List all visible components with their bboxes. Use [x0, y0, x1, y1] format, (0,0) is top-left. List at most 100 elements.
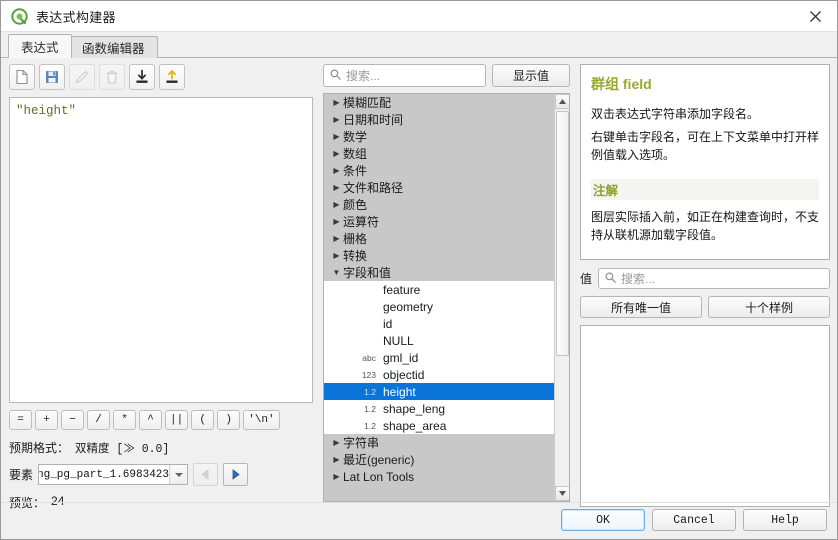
- expression-text-editor[interactable]: "height": [9, 97, 313, 403]
- operator-newline-button[interactable]: '\n': [243, 410, 280, 430]
- tree-group-row[interactable]: ▶ 文件和路径: [324, 179, 554, 196]
- tree-field-row[interactable]: NULL: [324, 332, 554, 349]
- tree-row-label: feature: [383, 282, 421, 297]
- tree-row-label: 转换: [343, 249, 368, 263]
- operator-power-button[interactable]: ^: [139, 410, 162, 430]
- function-tree-scrollbar[interactable]: [554, 94, 569, 501]
- chevron-right-icon[interactable]: ▶: [330, 455, 343, 464]
- help-note-text: 图层实际插入前，如正在构建查询时，不支持从联机源加载字段值。: [591, 209, 820, 243]
- tree-field-row[interactable]: feature: [324, 281, 554, 298]
- ten-samples-button[interactable]: 十个样例: [708, 296, 830, 318]
- tree-row-label: 字段和值: [343, 266, 392, 280]
- tree-group-row[interactable]: ▶ 数学: [324, 128, 554, 145]
- dialog-button-bar: OK Cancel Help: [561, 509, 827, 531]
- chevron-down-icon[interactable]: ▼: [330, 268, 343, 277]
- tree-group-row[interactable]: ▶ 最近(generic): [324, 451, 554, 468]
- tree-group-row[interactable]: ▶ 字符串: [324, 434, 554, 451]
- function-search-row: 搜索... 显示值: [323, 64, 570, 87]
- operator-multiply-button[interactable]: *: [113, 410, 136, 430]
- tree-row-label: shape_leng: [383, 401, 446, 416]
- chevron-right-icon[interactable]: ▶: [330, 217, 343, 226]
- chevron-right-icon[interactable]: ▶: [330, 438, 343, 447]
- tree-group-row[interactable]: ▼ 字段和值: [324, 264, 554, 281]
- tree-row-label: objectid: [383, 367, 425, 382]
- tree-group-row[interactable]: ▶ 日期和时间: [324, 111, 554, 128]
- tree-field-row[interactable]: 1.2 height: [324, 383, 554, 400]
- tree-field-row[interactable]: geometry: [324, 298, 554, 315]
- chevron-right-icon[interactable]: ▶: [330, 472, 343, 481]
- function-tree-panel: 搜索... 显示值 ▶ 模糊匹配 ▶ 日期和时间 ▶ 数学 ▶ 数组 ▶ 条件 ▶ 文件和路径 ▶ 颜色 ▶…: [323, 64, 570, 502]
- tab-expression[interactable]: 表达式: [8, 34, 72, 58]
- operator-close-paren-button[interactable]: ): [217, 410, 241, 430]
- chevron-right-icon[interactable]: ▶: [330, 98, 343, 107]
- feature-combo[interactable]: lu_building_pg_part_1.6983423: [38, 464, 189, 485]
- save-expression-button[interactable]: [39, 64, 65, 90]
- tree-group-row[interactable]: ▶ 数组: [324, 145, 554, 162]
- export-expression-button[interactable]: [159, 64, 185, 90]
- tree-row-label: id: [383, 316, 393, 331]
- help-content: 群组 field 双击表达式字符串添加字段名。 右键单击字段名，可在上下文菜单中…: [580, 64, 830, 260]
- field-type-tag: 1.2: [364, 420, 376, 431]
- tab-strip: 表达式 函数编辑器: [1, 32, 837, 58]
- chevron-right-icon[interactable]: ▶: [330, 251, 343, 260]
- tree-field-row[interactable]: 1.2 shape_area: [324, 417, 554, 434]
- bottom-divider: [1, 502, 837, 503]
- tree-group-row[interactable]: ▶ 运算符: [324, 213, 554, 230]
- tree-field-row[interactable]: id: [324, 315, 554, 332]
- feature-combo-value: lu_building_pg_part_1.6983423: [39, 468, 170, 481]
- operator-divide-button[interactable]: /: [87, 410, 110, 430]
- tree-row-label: 颜色: [343, 198, 368, 212]
- chevron-down-icon[interactable]: [169, 465, 188, 484]
- new-expression-button[interactable]: [9, 64, 35, 90]
- values-search-input[interactable]: 搜索...: [598, 268, 830, 289]
- chevron-right-icon[interactable]: ▶: [330, 166, 343, 175]
- tree-field-row[interactable]: 1.2 shape_leng: [324, 400, 554, 417]
- import-expression-button[interactable]: [129, 64, 155, 90]
- field-type-tag: 123: [361, 369, 376, 380]
- operator-equals-button[interactable]: =: [9, 410, 32, 430]
- function-search-placeholder: 搜索...: [346, 69, 381, 83]
- show-values-button[interactable]: 显示值: [492, 64, 570, 87]
- tree-row-label: gml_id: [383, 350, 419, 365]
- scrollbar-thumb[interactable]: [556, 111, 569, 356]
- operator-open-paren-button[interactable]: (: [191, 410, 215, 430]
- tree-row-label: 模糊匹配: [343, 96, 392, 110]
- function-search-input[interactable]: 搜索...: [323, 64, 486, 87]
- tree-row-label: 最近(generic): [343, 453, 415, 467]
- cancel-button[interactable]: Cancel: [652, 509, 736, 531]
- help-heading-prefix: 群组: [591, 76, 619, 92]
- tree-group-row[interactable]: ▶ 栅格: [324, 230, 554, 247]
- ok-button[interactable]: OK: [561, 509, 645, 531]
- scroll-up-arrow-icon[interactable]: [555, 94, 569, 109]
- values-label: 值: [580, 272, 593, 286]
- all-unique-values-button[interactable]: 所有唯一值: [580, 296, 702, 318]
- tree-group-row[interactable]: ▶ 条件: [324, 162, 554, 179]
- tree-row-label: NULL: [383, 333, 414, 348]
- tree-group-row[interactable]: ▶ 颜色: [324, 196, 554, 213]
- operator-plus-button[interactable]: +: [35, 410, 58, 430]
- operator-minus-button[interactable]: −: [61, 410, 84, 430]
- chevron-right-icon[interactable]: ▶: [330, 200, 343, 209]
- close-icon[interactable]: [793, 1, 837, 32]
- tab-function-editor[interactable]: 函数编辑器: [69, 36, 158, 58]
- cancel-button-label: Cancel: [673, 513, 715, 527]
- tree-field-row[interactable]: 123 objectid: [324, 366, 554, 383]
- tree-field-row[interactable]: abc gml_id: [324, 349, 554, 366]
- next-feature-button[interactable]: [223, 463, 249, 486]
- operator-concat-button[interactable]: ||: [165, 410, 189, 430]
- tree-group-row[interactable]: ▶ 模糊匹配: [324, 94, 554, 111]
- values-list[interactable]: [580, 325, 830, 507]
- chevron-right-icon[interactable]: ▶: [330, 132, 343, 141]
- function-tree[interactable]: ▶ 模糊匹配 ▶ 日期和时间 ▶ 数学 ▶ 数组 ▶ 条件 ▶ 文件和路径 ▶ 颜色 ▶ 运算符 ▶ 栅格 ▶ 转换 ▼…: [323, 93, 570, 502]
- help-button[interactable]: Help: [743, 509, 827, 531]
- tree-row-label: 栅格: [343, 232, 368, 246]
- help-panel: 群组 field 双击表达式字符串添加字段名。 右键单击字段名，可在上下文菜单中…: [580, 64, 830, 507]
- chevron-right-icon[interactable]: ▶: [330, 234, 343, 243]
- help-paragraph-1: 双击表达式字符串添加字段名。: [591, 107, 760, 121]
- chevron-right-icon[interactable]: ▶: [330, 149, 343, 158]
- tree-group-row[interactable]: ▶ Lat Lon Tools: [324, 468, 554, 485]
- tree-group-row[interactable]: ▶ 转换: [324, 247, 554, 264]
- chevron-right-icon[interactable]: ▶: [330, 115, 343, 124]
- scroll-down-arrow-icon[interactable]: [555, 486, 569, 501]
- chevron-right-icon[interactable]: ▶: [330, 183, 343, 192]
